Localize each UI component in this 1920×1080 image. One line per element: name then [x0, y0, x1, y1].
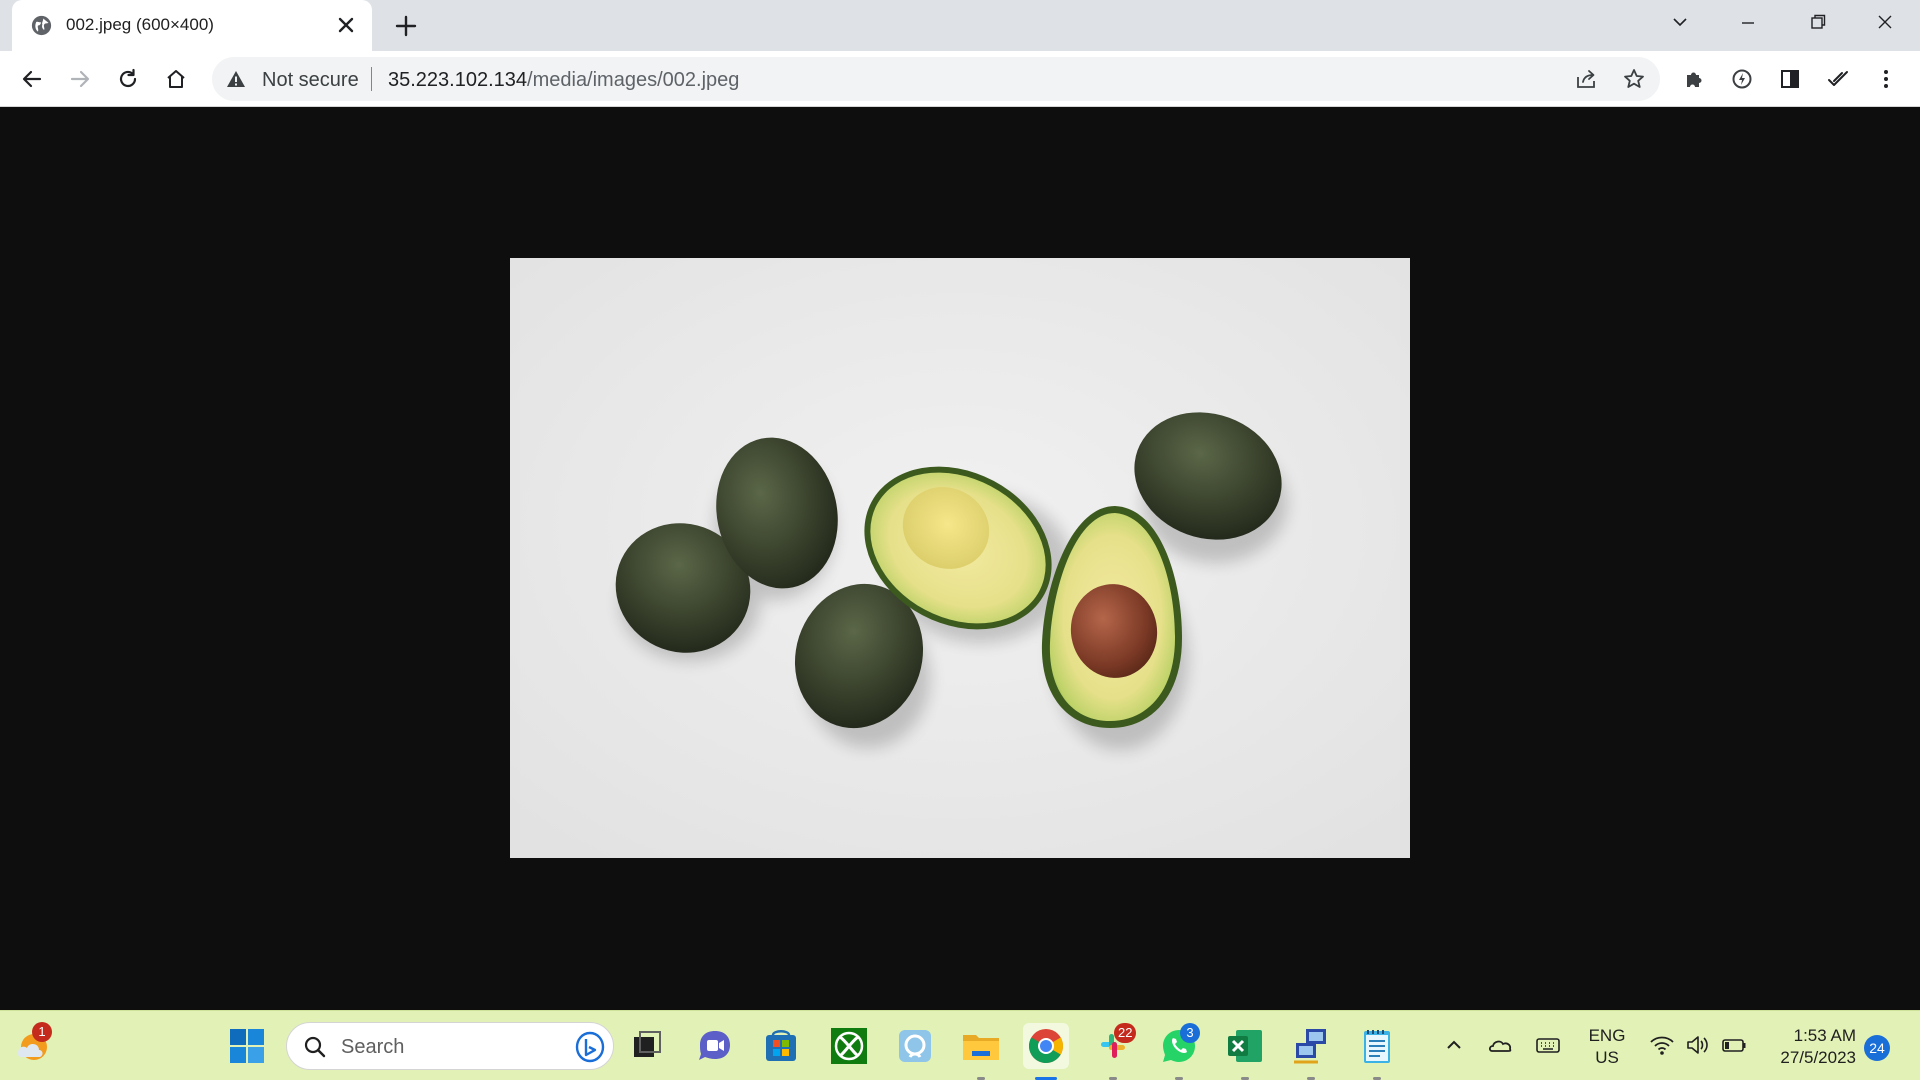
url-host: 35.223.102.134 [388, 69, 528, 91]
slack-button[interactable]: 22 [1090, 1023, 1137, 1080]
share-icon[interactable] [1574, 67, 1598, 91]
clock-date: 27/5/2023 [1780, 1048, 1856, 1067]
close-window-button[interactable] [1857, 7, 1913, 37]
new-tab-icon[interactable] [392, 12, 420, 40]
search-placeholder: Search [341, 1036, 405, 1058]
whatsapp-button[interactable]: 3 [1156, 1023, 1202, 1080]
keyboard-icon[interactable] [1534, 1031, 1562, 1059]
chevron-down-icon [1673, 18, 1687, 27]
extension-button-1[interactable] [1726, 63, 1758, 95]
chevron-up-icon[interactable] [1440, 1031, 1468, 1059]
network-app-button[interactable] [1288, 1023, 1334, 1080]
security-status-label[interactable]: Not secure [262, 69, 359, 92]
weather-widget[interactable]: 1 [10, 1022, 56, 1069]
side-panel-button[interactable] [1774, 63, 1806, 95]
home-icon [167, 70, 185, 88]
network-app-icon [1294, 1029, 1326, 1064]
kebab-menu-icon [1884, 70, 1888, 88]
puzzle-extensions-icon [1687, 72, 1702, 87]
url-path: /media/images/002.jpeg [527, 69, 740, 91]
forward-button[interactable] [64, 63, 96, 95]
minimize-icon [1742, 22, 1754, 24]
extensions-button[interactable] [1678, 63, 1710, 95]
url-text[interactable]: 35.223.102.134/media/images/002.jpeg [388, 69, 739, 92]
minimize-button[interactable] [1720, 7, 1776, 37]
avocado-photo [510, 258, 1410, 858]
onedrive-cloud-icon[interactable] [1486, 1031, 1514, 1059]
chrome-icon [1029, 1029, 1063, 1063]
restore-button[interactable] [1790, 7, 1846, 37]
excel-icon [1228, 1030, 1262, 1062]
windows-start-icon [230, 1029, 264, 1063]
microsoft-store-button[interactable] [758, 1023, 804, 1069]
wifi-icon[interactable] [1648, 1031, 1676, 1059]
tab-title: 002.jpeg (600×400) [66, 15, 214, 34]
reload-button[interactable] [112, 63, 144, 95]
back-button[interactable] [16, 63, 48, 95]
xbox-button[interactable] [826, 1023, 872, 1069]
photos-icon [899, 1030, 931, 1062]
excel-button[interactable] [1222, 1023, 1268, 1080]
address-bar[interactable]: Not secure 35.223.102.134/media/images/0… [212, 57, 1660, 101]
search-icon [304, 1036, 326, 1058]
close-tab-icon[interactable] [334, 13, 358, 37]
file-explorer-button[interactable] [958, 1023, 1004, 1080]
file-explorer-icon [963, 1035, 999, 1060]
omnibox-divider [371, 67, 372, 91]
side-panel-icon [1781, 70, 1799, 88]
tab-strip: 002.jpeg (600×400) [0, 0, 1920, 51]
teams-chat-button[interactable] [692, 1023, 738, 1069]
region-code: US [1595, 1048, 1619, 1067]
windows-taskbar: 1 Search 22 3 ENG US 1:53 AM 27/5/2023 2… [0, 1010, 1920, 1080]
slack-unread-badge: 22 [1114, 1023, 1137, 1043]
globe-icon [31, 15, 52, 36]
clock[interactable]: 1:53 AM 27/5/2023 [1764, 1025, 1856, 1069]
star-icon[interactable] [1622, 67, 1646, 91]
chrome-button[interactable] [1023, 1023, 1069, 1080]
page-viewport [0, 107, 1920, 1010]
browser-toolbar: Not secure 35.223.102.134/media/images/0… [0, 51, 1920, 107]
reload-icon [119, 68, 137, 88]
back-arrow-icon [22, 70, 42, 88]
tab-search-button[interactable] [1652, 7, 1708, 37]
forward-arrow-icon [70, 70, 90, 88]
notepad-button[interactable] [1354, 1023, 1400, 1080]
notification-center-badge[interactable]: 24 [1864, 1035, 1890, 1061]
menu-button[interactable] [1870, 63, 1902, 95]
language-code: ENG [1588, 1026, 1626, 1045]
teams-chat-icon [699, 1031, 730, 1060]
language-indicator[interactable]: ENG US [1584, 1025, 1630, 1069]
battery-icon[interactable] [1720, 1031, 1748, 1059]
clock-time: 1:53 AM [1793, 1026, 1856, 1045]
taskbar-search[interactable]: Search [286, 1022, 614, 1070]
home-button[interactable] [160, 63, 192, 95]
task-view-icon [634, 1031, 661, 1057]
notepad-icon [1364, 1030, 1390, 1063]
browser-tab[interactable]: 002.jpeg (600×400) [12, 0, 372, 51]
bing-icon[interactable] [575, 1031, 605, 1063]
extension-button-2[interactable] [1822, 63, 1854, 95]
avocado-image[interactable] [510, 258, 1410, 858]
restore-icon [1811, 14, 1826, 29]
whatsapp-unread-badge: 3 [1180, 1023, 1200, 1043]
microsoft-store-icon [766, 1030, 796, 1061]
xbox-icon [831, 1028, 867, 1064]
task-view-button[interactable] [624, 1023, 670, 1069]
checkmark-extension-icon [1828, 71, 1848, 86]
weather-alert-badge: 1 [32, 1022, 52, 1042]
close-icon [1878, 15, 1892, 29]
lightning-extension-icon [1732, 69, 1752, 89]
volume-icon[interactable] [1684, 1031, 1712, 1059]
warning-icon[interactable] [226, 69, 246, 89]
photos-button[interactable] [892, 1023, 938, 1069]
start-button[interactable] [224, 1023, 270, 1069]
